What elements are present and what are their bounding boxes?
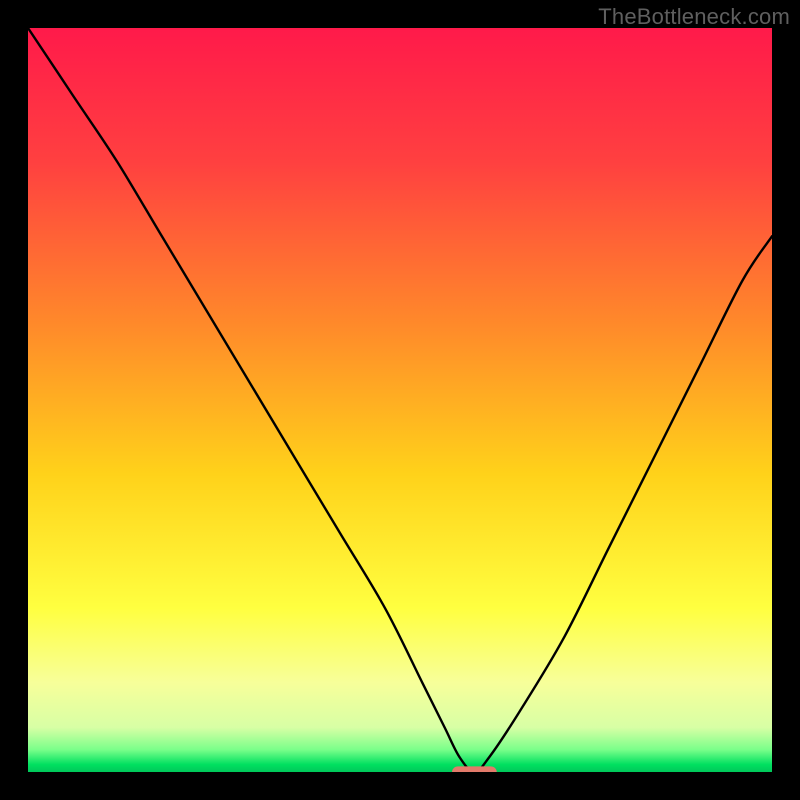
watermark-text: TheBottleneck.com [598,4,790,30]
plot-area [28,28,772,772]
bottleneck-chart [28,28,772,772]
gradient-background [28,28,772,772]
chart-frame: TheBottleneck.com [0,0,800,800]
optimal-marker [452,766,497,772]
